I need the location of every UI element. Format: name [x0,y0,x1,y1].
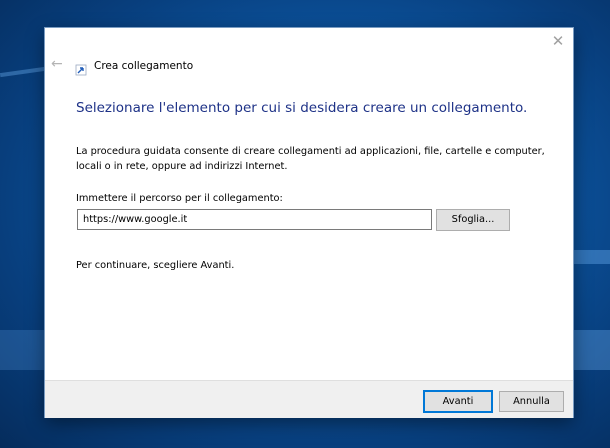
wallpaper-beam [573,250,610,264]
shortcut-wizard-icon [75,64,87,76]
back-button[interactable]: ← [51,57,65,71]
create-shortcut-dialog: ✕ ← Crea collegamento Selezionare l'elem… [45,28,573,418]
title-bar: ✕ [45,28,573,58]
wizard-title: Crea collegamento [94,60,194,72]
shortcut-path-input[interactable]: https://www.google.it [77,209,432,230]
wizard-description: La procedura guidata consente di creare … [76,146,545,172]
cancel-button[interactable]: Annulla [499,391,564,412]
wallpaper-beam [0,330,45,370]
back-arrow-icon: ← [51,56,63,72]
next-button[interactable]: Avanti [423,390,493,413]
page-heading: Selezionare l'elemento per cui si deside… [76,100,528,116]
browse-button[interactable]: Sfoglia... [436,209,510,231]
wallpaper-beam [573,330,610,370]
continue-hint: Per continuare, scegliere Avanti. [76,260,235,271]
close-icon: ✕ [551,32,565,50]
path-label: Immettere il percorso per il collegament… [76,193,283,204]
close-button[interactable]: ✕ [547,32,569,50]
dialog-footer: Avanti Annulla [45,380,573,418]
wallpaper-beam [0,66,46,78]
